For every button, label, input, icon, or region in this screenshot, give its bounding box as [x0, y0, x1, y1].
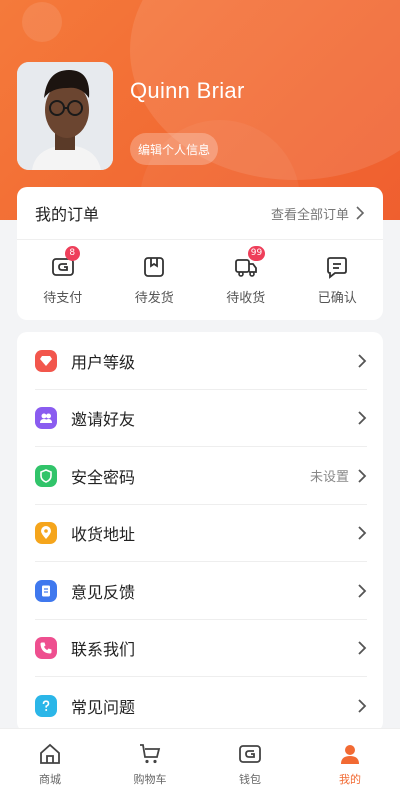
cart-icon	[140, 744, 161, 764]
tab-label: 商城	[39, 773, 61, 786]
tab-wallet[interactable]: 钱包	[200, 729, 300, 800]
chevron-right-icon	[358, 699, 367, 713]
chevron-right-icon	[358, 354, 367, 368]
view-all-label: 查看全部订单	[270, 207, 349, 223]
orders-header: 我的订单 查看全部订单	[17, 187, 383, 240]
menu-item-feedback[interactable]: 意见反馈	[17, 562, 383, 620]
menu-label: 用户等级	[71, 352, 136, 372]
menu-label: 收货地址	[71, 525, 136, 545]
orders-card: 我的订单 查看全部订单 8 待支付 待发货 99 待收货 已确认	[17, 187, 383, 320]
order-label: 已确认	[317, 290, 357, 306]
edit-profile-button[interactable]: 编辑个人信息	[130, 133, 218, 165]
tab-mall[interactable]: 商城	[0, 729, 100, 800]
order-label: 待收货	[226, 290, 266, 306]
avatar[interactable]	[17, 62, 113, 170]
header-decoration	[22, 2, 62, 42]
chevron-right-icon	[358, 641, 367, 655]
tab-label: 购物车	[133, 773, 167, 786]
menu-item-shipping-address[interactable]: 收货地址	[17, 505, 383, 563]
tab-label: 我的	[339, 773, 361, 786]
friends-icon	[35, 407, 57, 430]
home-icon	[40, 743, 60, 764]
menu-label: 邀请好友	[71, 410, 136, 430]
bottom-tab-bar: 商城 购物车 钱包 我的	[0, 728, 400, 800]
truck-icon: 99	[234, 245, 266, 279]
order-status-row: 8 待支付 待发货 99 待收货 已确认	[17, 240, 383, 320]
chevron-right-icon	[358, 411, 367, 425]
user-icon	[341, 745, 359, 764]
order-badge: 8	[64, 245, 80, 261]
chevron-right-icon	[358, 469, 367, 483]
tab-mine[interactable]: 我的	[300, 729, 400, 800]
diamond-icon	[35, 349, 57, 372]
phone-icon	[35, 637, 57, 660]
chevron-right-icon	[356, 206, 365, 220]
order-status-pending-shipment[interactable]: 待发货	[109, 240, 201, 320]
menu-item-security-password[interactable]: 安全密码 未设置	[17, 447, 383, 505]
username: Quinn Briar	[130, 78, 245, 103]
menu-label: 意见反馈	[71, 582, 136, 602]
order-label: 待支付	[43, 290, 83, 306]
question-icon	[35, 694, 57, 717]
menu-label: 安全密码	[71, 467, 136, 487]
location-icon	[35, 522, 57, 545]
shield-icon	[35, 464, 57, 487]
orders-title: 我的订单	[35, 205, 100, 224]
chevron-right-icon	[358, 584, 367, 598]
tab-label: 钱包	[239, 773, 261, 786]
order-status-pending-payment[interactable]: 8 待支付	[17, 240, 109, 320]
order-label: 待发货	[134, 290, 174, 306]
menu-item-contact-us[interactable]: 联系我们	[17, 620, 383, 678]
chevron-right-icon	[358, 526, 367, 540]
confirmed-icon	[325, 255, 349, 279]
wallet-icon	[239, 745, 261, 763]
menu-label: 常见问题	[71, 697, 136, 717]
order-status-pending-receipt[interactable]: 99 待收货	[200, 240, 292, 320]
menu-item-faq[interactable]: 常见问题	[17, 677, 383, 735]
pending-payment-icon: 8	[51, 245, 80, 279]
order-badge: 99	[247, 245, 266, 261]
tab-cart[interactable]: 购物车	[100, 729, 200, 800]
menu-card: 用户等级 邀请好友 安全密码 未设置 收货地址 意见反馈 联系我们 常见问题	[17, 332, 383, 732]
feedback-icon	[35, 579, 57, 602]
menu-item-invite-friends[interactable]: 邀请好友	[17, 390, 383, 448]
view-all-orders-link[interactable]: 查看全部订单	[271, 204, 365, 223]
password-status: 未设置	[309, 470, 349, 486]
pending-shipment-icon	[142, 255, 166, 279]
menu-item-user-level[interactable]: 用户等级	[17, 332, 383, 390]
menu-label: 联系我们	[71, 640, 136, 660]
order-status-confirmed[interactable]: 已确认	[292, 240, 384, 320]
